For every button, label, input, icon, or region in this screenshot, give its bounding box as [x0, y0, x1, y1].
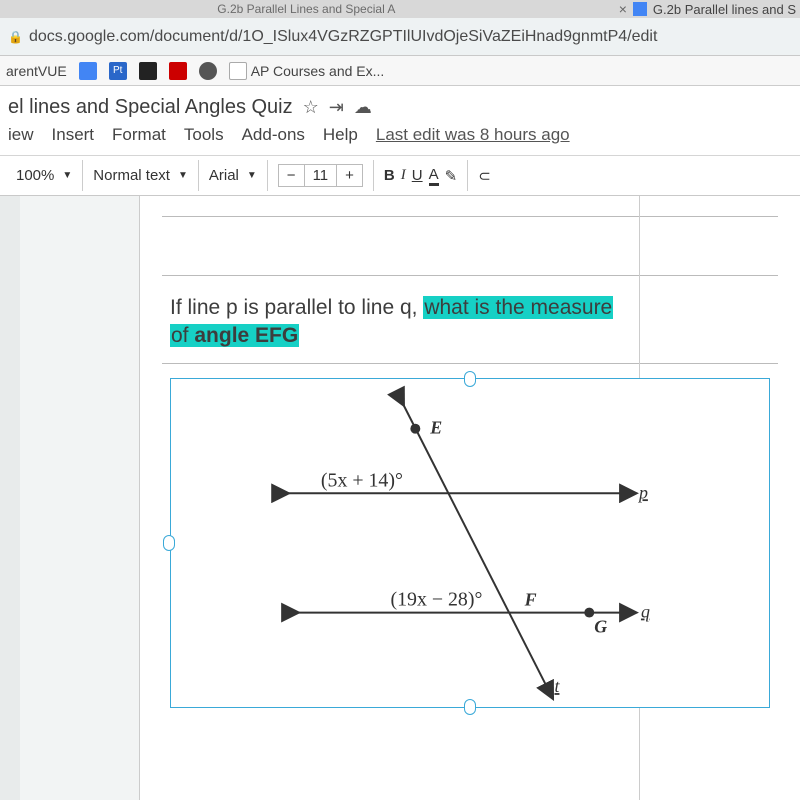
resize-handle-top[interactable]: [464, 371, 476, 387]
doc-body: If line p is parallel to line q, what is…: [0, 196, 800, 800]
format-group: B I U A ✎: [373, 160, 467, 191]
doc-title[interactable]: el lines and Special Angles Quiz: [8, 96, 293, 119]
bookmark-parentvue[interactable]: arentVUE: [6, 63, 67, 79]
cloud-icon[interactable]: ☁: [354, 97, 372, 118]
docs-icon: [633, 2, 647, 16]
address-bar[interactable]: 🔒 docs.google.com/document/d/1O_ISlux4VG…: [0, 18, 800, 56]
fs-plus[interactable]: +: [337, 165, 362, 186]
bookmark-label: arentVUE: [6, 63, 67, 79]
tab-2-title: G.2b Parallel lines and S: [653, 2, 796, 17]
last-edit[interactable]: Last edit was 8 hours ago: [376, 125, 570, 145]
zoom-value: 100%: [16, 167, 54, 184]
browser-tabs: G.2b Parallel Lines and Special A × G.2b…: [0, 0, 800, 18]
fontsize-group: − 11 +: [267, 160, 373, 191]
svg-text:(19x − 28)°: (19x − 28)°: [390, 588, 482, 610]
docs-app: el lines and Special Angles Quiz ☆ ⇥ ☁ i…: [0, 86, 800, 800]
bookmark-icon-5[interactable]: [199, 62, 217, 80]
bookmark-pt[interactable]: Pt: [109, 62, 127, 80]
geometry-diagram[interactable]: p q t E G F (5x + 14)° (19x − 28)°: [170, 378, 770, 708]
resize-handle-left[interactable]: [163, 535, 175, 551]
textcolor-button[interactable]: A: [429, 166, 439, 186]
italic-button[interactable]: I: [401, 167, 406, 184]
highlight-span-2: of angle EFG: [170, 324, 299, 347]
link-group[interactable]: ⊂: [467, 160, 501, 191]
zoom-group[interactable]: 100% ▼: [6, 160, 82, 191]
svg-text:p: p: [637, 482, 648, 502]
bookmark-icon-3[interactable]: [139, 62, 157, 80]
style-group[interactable]: Normal text ▼: [82, 160, 198, 191]
menu-tools[interactable]: Tools: [184, 125, 224, 145]
bookmark-label: AP Courses and Ex...: [251, 63, 385, 79]
menu-insert[interactable]: Insert: [52, 125, 95, 145]
fs-minus[interactable]: −: [279, 165, 304, 186]
highlight-button[interactable]: ✎: [445, 167, 458, 185]
chevron-down-icon: ▼: [62, 170, 72, 181]
menu-help[interactable]: Help: [323, 125, 358, 145]
doc-page[interactable]: If line p is parallel to line q, what is…: [140, 196, 800, 800]
font-value: Arial: [209, 167, 239, 184]
doc-title-row: el lines and Special Angles Quiz ☆ ⇥ ☁: [0, 86, 800, 123]
bold-button[interactable]: B: [384, 167, 395, 184]
highlight-span-1: what is the measure: [423, 296, 613, 319]
toolbar: 100% ▼ Normal text ▼ Arial ▼ − 11 + B I …: [0, 156, 800, 196]
link-icon: ⊂: [478, 167, 491, 185]
lock-icon: 🔒: [8, 30, 23, 44]
tab-2[interactable]: G.2b Parallel lines and S: [633, 2, 800, 17]
fs-value[interactable]: 11: [304, 165, 338, 186]
shield-icon: [229, 62, 247, 80]
left-margin: [20, 196, 140, 800]
bookmark-icon-youtube[interactable]: [169, 62, 187, 80]
menu-bar: iew Insert Format Tools Add-ons Help Las…: [0, 123, 800, 156]
question-text: If line p is parallel to line q,: [170, 296, 423, 319]
menu-format[interactable]: Format: [112, 125, 166, 145]
style-value: Normal text: [93, 167, 170, 184]
move-icon[interactable]: ⇥: [329, 97, 344, 118]
bookmark-ap[interactable]: AP Courses and Ex...: [229, 62, 385, 80]
chevron-down-icon: ▼: [178, 170, 188, 181]
table-cell-top[interactable]: [162, 216, 778, 276]
menu-addons[interactable]: Add-ons: [242, 125, 305, 145]
tab-1-title[interactable]: G.2b Parallel Lines and Special A: [0, 2, 613, 16]
close-tab-icon[interactable]: ×: [619, 1, 627, 17]
font-group[interactable]: Arial ▼: [198, 160, 267, 191]
chevron-down-icon: ▼: [247, 170, 257, 181]
star-icon[interactable]: ☆: [303, 97, 319, 118]
diagram-svg: p q t E G F (5x + 14)° (19x − 28)°: [171, 379, 769, 707]
bookmark-icon-1[interactable]: [79, 62, 97, 80]
question-cell[interactable]: If line p is parallel to line q, what is…: [162, 276, 778, 364]
svg-text:E: E: [429, 417, 442, 437]
gutter: [0, 196, 20, 800]
bookmarks-bar: arentVUE Pt AP Courses and Ex...: [0, 56, 800, 86]
underline-button[interactable]: U: [412, 167, 423, 184]
svg-text:(5x + 14)°: (5x + 14)°: [321, 469, 403, 491]
svg-text:t: t: [554, 676, 560, 696]
svg-text:G: G: [594, 616, 607, 636]
svg-text:q: q: [641, 601, 650, 621]
resize-handle-bottom[interactable]: [464, 699, 476, 715]
menu-view[interactable]: iew: [8, 125, 34, 145]
svg-text:F: F: [524, 589, 537, 609]
url-text: docs.google.com/document/d/1O_ISlux4VGzR…: [29, 28, 657, 46]
